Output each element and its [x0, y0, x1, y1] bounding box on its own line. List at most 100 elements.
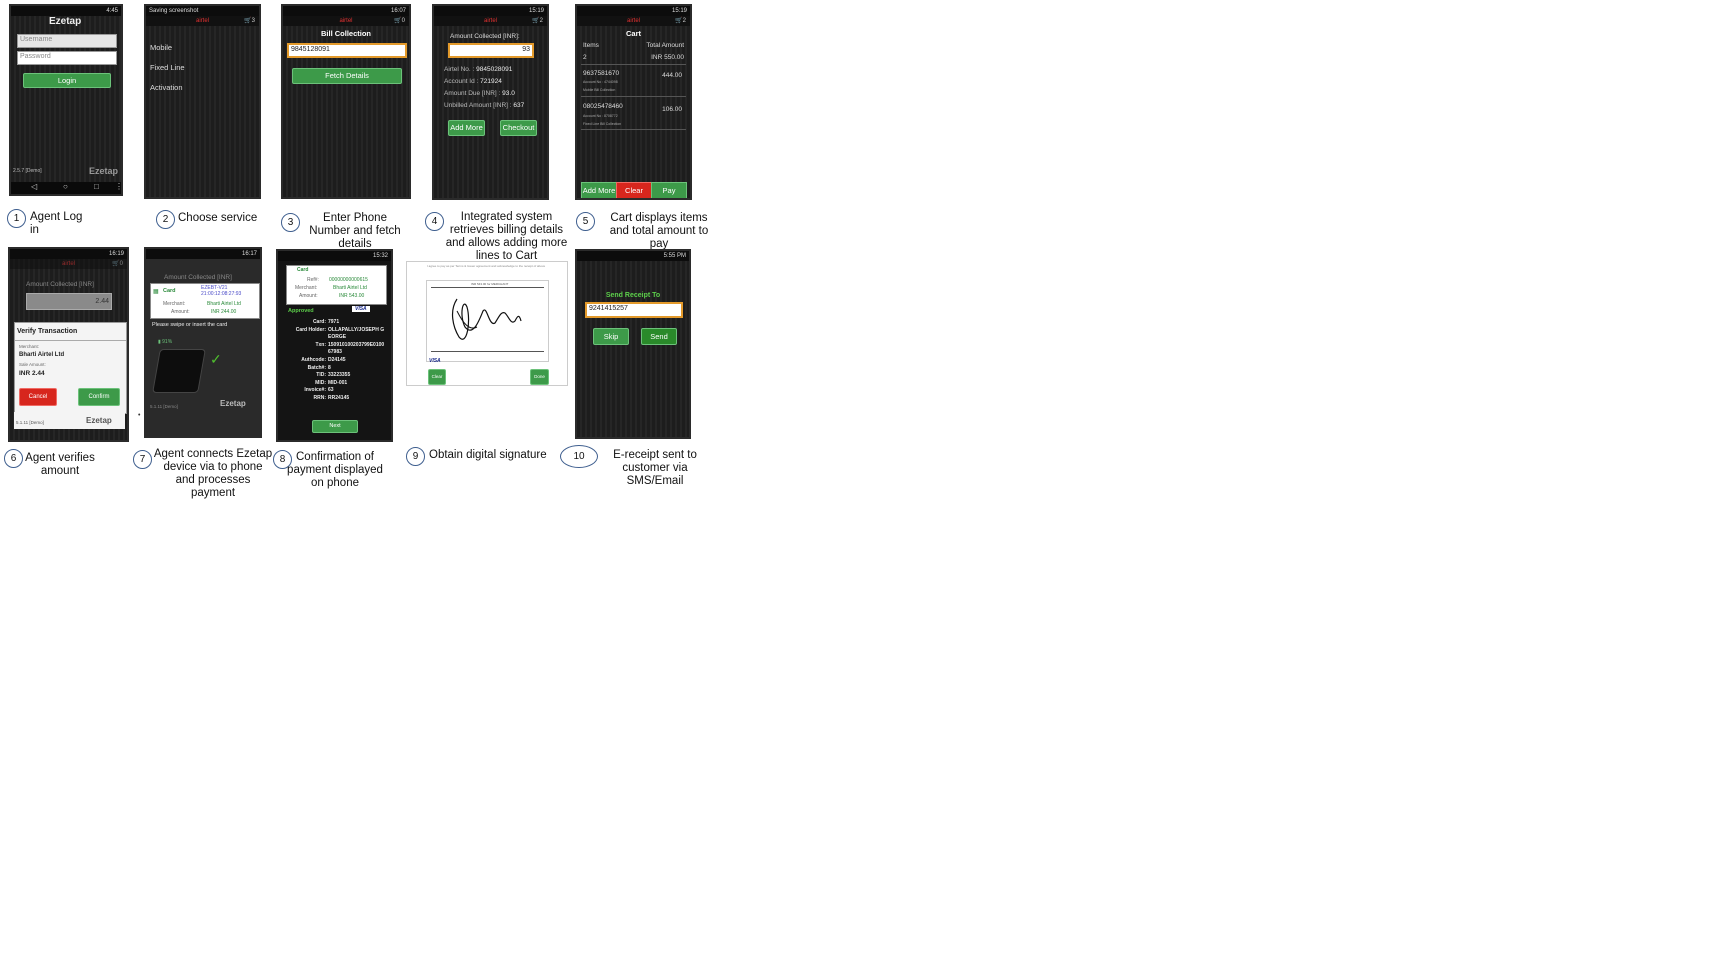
checkout-button[interactable]: Checkout: [500, 120, 537, 136]
cart-icon[interactable]: 🛒2: [675, 16, 686, 26]
account-id-value: 721924: [480, 78, 502, 85]
status-bar: 16:19: [10, 249, 127, 259]
recents-icon[interactable]: □: [94, 182, 99, 191]
merchant-value: Bharti Airtel Ltd: [207, 301, 241, 307]
cart-count: 0: [401, 18, 405, 24]
swipe-instruction: Please swipe or insert the card: [152, 322, 228, 328]
screen-send-receipt: 5:55 PM Send Receipt To 9241415257 Skip …: [575, 249, 691, 439]
airtel-no-value: 9845028091: [476, 66, 513, 73]
detail-label: Authcode:: [301, 356, 326, 363]
items-count: 2: [583, 54, 587, 61]
device-battery: ▮ 91%: [158, 339, 173, 345]
login-button[interactable]: Login: [23, 73, 111, 88]
detail-label: Txn:: [315, 341, 326, 348]
transaction-detail-row: MID: MID-001: [280, 379, 391, 388]
detail-value: RR24145: [328, 394, 350, 401]
detail-value: 7971: [328, 319, 340, 325]
status-bar: Saving screenshot: [146, 6, 259, 16]
cart-row-type: Fixed Line Bill Collection: [583, 122, 622, 126]
screen-digital-signature: I agree to pay as per Terms & Issuer agr…: [406, 261, 568, 386]
transaction-detail-row: Invoice#: 63: [280, 387, 391, 395]
cart-icon[interactable]: 🛒3: [244, 16, 255, 26]
agreement-text: I agree to pay as per Terms & Issuer agr…: [427, 264, 546, 268]
transaction-detail-row: Txn: 150910100203799E010067983: [280, 341, 391, 357]
detail-value: 63: [328, 387, 334, 394]
step-caption-10: E-receipt sent to customer via SMS/Email: [613, 449, 697, 487]
confirm-button[interactable]: Confirm: [78, 388, 120, 406]
carrier-logo: airtel: [483, 18, 497, 24]
cart-icon[interactable]: 🛒2: [532, 16, 543, 26]
home-icon[interactable]: ○: [63, 182, 68, 191]
phone-number-input[interactable]: 9241415257: [585, 302, 683, 318]
skip-button[interactable]: Skip: [593, 328, 629, 345]
amount-input[interactable]: 93: [448, 43, 534, 58]
step-caption-9: Obtain digital signature: [429, 449, 547, 461]
cancel-button[interactable]: Cancel: [19, 388, 57, 406]
amount-due: Amount Due [INR] : 93.0: [444, 90, 515, 97]
card-reader-image: [152, 349, 206, 393]
visa-badge: VISA: [429, 358, 441, 364]
menu-icon[interactable]: ⋮: [115, 182, 121, 191]
back-icon[interactable]: ◁: [31, 182, 37, 191]
amount-label: Amount Collected [INR]:: [450, 33, 520, 40]
step-caption-1: Agent Log in: [30, 211, 83, 236]
detail-value: MID-001: [328, 379, 348, 386]
pay-button[interactable]: Pay: [651, 182, 687, 198]
cart-icon[interactable]: 🛒0: [112, 259, 123, 269]
cart-icon[interactable]: 🛒0: [394, 16, 405, 26]
next-button[interactable]: Next: [312, 420, 358, 433]
add-more-button[interactable]: Add More: [448, 120, 485, 136]
detail-label: Card Holder:: [295, 326, 326, 333]
cart-count: 2: [539, 18, 543, 24]
menu-item-mobile[interactable]: Mobile: [150, 43, 172, 52]
card-panel: ▦ Card EZEBT-V21 21:00:12:08:27:93 Merch…: [150, 283, 260, 319]
cart-count: 2: [682, 18, 686, 24]
amount-value: INR 244.00: [211, 309, 237, 315]
amount-value: INR 543.00: [339, 293, 365, 299]
visa-badge: VISA: [352, 306, 370, 312]
transaction-detail-row: RRN: RR24145: [280, 394, 391, 403]
status-time: 15:19: [671, 8, 687, 14]
amount-key: Amount:: [299, 293, 318, 299]
screen-card-processing: 16:17 Amount Collected [INR] ▦ Card EZEB…: [144, 247, 262, 438]
step-number-7: 7: [133, 450, 152, 469]
phone-number-input[interactable]: 9845128091: [287, 43, 407, 58]
screen-billing-details: 15:19 airtel 🛒2 Amount Collected [INR]: 9…: [432, 4, 549, 200]
footer-brand: Ezetap: [86, 416, 112, 425]
add-more-button[interactable]: Add More: [581, 182, 617, 198]
fetch-details-button[interactable]: Fetch Details: [292, 68, 402, 84]
dialog-title: Verify Transaction: [17, 328, 78, 335]
send-button[interactable]: Send: [641, 328, 677, 345]
status-bar: 16:07: [283, 6, 409, 16]
detail-label: Card:: [312, 319, 326, 325]
cart-row-account: Account No : 8708772: [583, 114, 618, 118]
page-title: Bill Collection: [320, 29, 371, 38]
detail-label: Invoice#:: [304, 387, 326, 394]
receipt-panel: Card Ref#: 00000000000615 Merchant: Bhar…: [286, 265, 387, 305]
status-bar: 15:19: [577, 6, 690, 16]
step-caption-4: Integrated system retrieves billing deta…: [445, 211, 568, 262]
clear-button[interactable]: Clear: [428, 369, 446, 385]
divider: [581, 129, 686, 130]
cart-row-amount: 106.00: [662, 106, 682, 113]
detail-value: D24145: [328, 356, 346, 363]
airtel-no: Airtel No. : 9845028091: [444, 66, 513, 73]
card-icon: ▦: [153, 289, 159, 295]
merchant-label: Merchant:: [163, 301, 186, 307]
amount-input[interactable]: 2.44: [26, 293, 112, 310]
ref-value: 00000000000615: [329, 277, 368, 283]
username-input[interactable]: Username: [17, 34, 117, 48]
signature-bottom-line: [431, 351, 544, 352]
clear-button[interactable]: Clear: [616, 182, 652, 198]
page-title: Send Receipt To: [605, 292, 661, 299]
amount-label: Amount Collected [INR]: [26, 281, 94, 288]
status-time: 16:19: [108, 251, 124, 257]
menu-item-fixed-line[interactable]: Fixed Line: [150, 63, 185, 72]
action-bar: airtel 🛒0: [283, 16, 409, 26]
step-number-6: 6: [4, 449, 23, 468]
password-input[interactable]: Password: [17, 51, 117, 65]
status-bar: 5:55 PM: [577, 251, 689, 261]
signature-pad[interactable]: INR 543.00 for MERCHANT: [426, 280, 549, 362]
menu-item-activation[interactable]: Activation: [150, 83, 183, 92]
done-button[interactable]: Done: [530, 369, 549, 385]
